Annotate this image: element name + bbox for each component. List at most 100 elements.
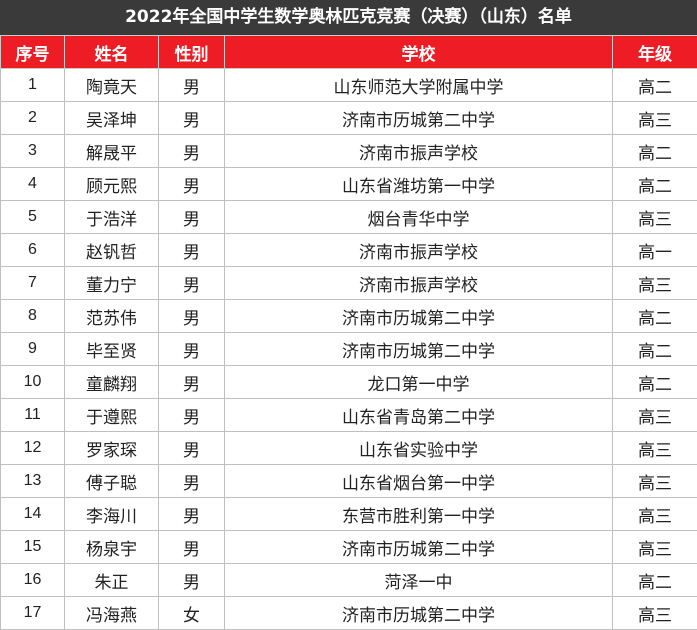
header-no[interactable]: 序号 [1, 36, 65, 69]
table-row: 10童麟翔男龙口第一中学高二 [1, 366, 697, 399]
cell-name[interactable]: 李海川 [65, 498, 159, 531]
cell-name[interactable]: 毕至贤 [65, 333, 159, 366]
cell-name[interactable]: 顾元熙 [65, 168, 159, 201]
cell-no[interactable]: 12 [1, 432, 65, 465]
cell-name[interactable]: 傅子聪 [65, 465, 159, 498]
table-row: 9毕至贤男济南市历城第二中学高二 [1, 333, 697, 366]
cell-no[interactable]: 6 [1, 234, 65, 267]
header-name[interactable]: 姓名 [65, 36, 159, 69]
cell-gender[interactable]: 男 [159, 432, 225, 465]
cell-school[interactable]: 山东省烟台第一中学 [225, 465, 613, 498]
cell-name[interactable]: 罗家琛 [65, 432, 159, 465]
cell-school[interactable]: 龙口第一中学 [225, 366, 613, 399]
cell-grade[interactable]: 高二 [613, 333, 697, 366]
cell-gender[interactable]: 男 [159, 333, 225, 366]
cell-no[interactable]: 10 [1, 366, 65, 399]
cell-no[interactable]: 3 [1, 135, 65, 168]
header-school[interactable]: 学校 [225, 36, 613, 69]
header-gender[interactable]: 性别 [159, 36, 225, 69]
cell-grade[interactable]: 高三 [613, 201, 697, 234]
cell-no[interactable]: 1 [1, 69, 65, 102]
table-row: 12罗家琛男山东省实验中学高三 [1, 432, 697, 465]
cell-school[interactable]: 山东省潍坊第一中学 [225, 168, 613, 201]
cell-grade[interactable]: 高一 [613, 234, 697, 267]
table-row: 11于遵熙男山东省青岛第二中学高三 [1, 399, 697, 432]
cell-school[interactable]: 济南市振声学校 [225, 135, 613, 168]
cell-name[interactable]: 董力宁 [65, 267, 159, 300]
cell-grade[interactable]: 高三 [613, 432, 697, 465]
cell-gender[interactable]: 男 [159, 399, 225, 432]
cell-grade[interactable]: 高二 [613, 366, 697, 399]
cell-gender[interactable]: 男 [159, 234, 225, 267]
cell-grade[interactable]: 高三 [613, 399, 697, 432]
cell-gender[interactable]: 男 [159, 201, 225, 234]
cell-school[interactable]: 菏泽一中 [225, 564, 613, 597]
cell-grade[interactable]: 高三 [613, 465, 697, 498]
cell-gender[interactable]: 男 [159, 168, 225, 201]
cell-gender[interactable]: 男 [159, 465, 225, 498]
cell-school[interactable]: 济南市历城第二中学 [225, 597, 613, 630]
cell-school[interactable]: 山东师范大学附属中学 [225, 69, 613, 102]
cell-gender[interactable]: 男 [159, 498, 225, 531]
cell-name[interactable]: 范苏伟 [65, 300, 159, 333]
cell-school[interactable]: 济南市历城第二中学 [225, 102, 613, 135]
cell-grade[interactable]: 高二 [613, 168, 697, 201]
cell-no[interactable]: 5 [1, 201, 65, 234]
cell-name[interactable]: 赵钒哲 [65, 234, 159, 267]
cell-name[interactable]: 冯海燕 [65, 597, 159, 630]
cell-school[interactable]: 济南市振声学校 [225, 234, 613, 267]
cell-gender[interactable]: 男 [159, 69, 225, 102]
cell-school[interactable]: 济南市振声学校 [225, 267, 613, 300]
cell-grade[interactable]: 高二 [613, 135, 697, 168]
cell-grade[interactable]: 高三 [613, 267, 697, 300]
cell-gender[interactable]: 男 [159, 102, 225, 135]
cell-name[interactable]: 童麟翔 [65, 366, 159, 399]
table-row: 6赵钒哲男济南市振声学校高一 [1, 234, 697, 267]
cell-grade[interactable]: 高二 [613, 300, 697, 333]
cell-grade[interactable]: 高二 [613, 69, 697, 102]
cell-name[interactable]: 于浩洋 [65, 201, 159, 234]
cell-no[interactable]: 17 [1, 597, 65, 630]
cell-gender[interactable]: 男 [159, 531, 225, 564]
cell-name[interactable]: 解晟平 [65, 135, 159, 168]
cell-grade[interactable]: 高二 [613, 564, 697, 597]
cell-school[interactable]: 山东省青岛第二中学 [225, 399, 613, 432]
cell-gender[interactable]: 男 [159, 267, 225, 300]
cell-grade[interactable]: 高三 [613, 597, 697, 630]
cell-grade[interactable]: 高三 [613, 102, 697, 135]
cell-no[interactable]: 14 [1, 498, 65, 531]
cell-no[interactable]: 15 [1, 531, 65, 564]
cell-name[interactable]: 陶竟天 [65, 69, 159, 102]
header-grade[interactable]: 年级 [613, 36, 697, 69]
cell-gender[interactable]: 男 [159, 135, 225, 168]
cell-gender[interactable]: 男 [159, 564, 225, 597]
cell-school[interactable]: 济南市历城第二中学 [225, 333, 613, 366]
cell-gender[interactable]: 男 [159, 300, 225, 333]
cell-gender[interactable]: 女 [159, 597, 225, 630]
cell-name[interactable]: 于遵熙 [65, 399, 159, 432]
cell-no[interactable]: 4 [1, 168, 65, 201]
cell-no[interactable]: 9 [1, 333, 65, 366]
cell-school[interactable]: 山东省实验中学 [225, 432, 613, 465]
table-row: 17冯海燕女济南市历城第二中学高三 [1, 597, 697, 630]
cell-no[interactable]: 7 [1, 267, 65, 300]
cell-grade[interactable]: 高三 [613, 498, 697, 531]
cell-no[interactable]: 2 [1, 102, 65, 135]
cell-school[interactable]: 烟台青华中学 [225, 201, 613, 234]
cell-no[interactable]: 8 [1, 300, 65, 333]
cell-no[interactable]: 13 [1, 465, 65, 498]
table-row: 1陶竟天男山东师范大学附属中学高二 [1, 69, 697, 102]
cell-school[interactable]: 济南市历城第二中学 [225, 300, 613, 333]
cell-name[interactable]: 杨泉宇 [65, 531, 159, 564]
cell-no[interactable]: 11 [1, 399, 65, 432]
cell-name[interactable]: 朱正 [65, 564, 159, 597]
cell-name[interactable]: 吴泽坤 [65, 102, 159, 135]
cell-grade[interactable]: 高三 [613, 531, 697, 564]
cell-gender[interactable]: 男 [159, 366, 225, 399]
table-header: 序号 姓名 性别 学校 年级 [1, 36, 697, 69]
cell-school[interactable]: 济南市历城第二中学 [225, 531, 613, 564]
cell-school[interactable]: 东营市胜利第一中学 [225, 498, 613, 531]
table-row: 8范苏伟男济南市历城第二中学高二 [1, 300, 697, 333]
table-body: 1陶竟天男山东师范大学附属中学高二2吴泽坤男济南市历城第二中学高三3解晟平男济南… [1, 69, 697, 630]
cell-no[interactable]: 16 [1, 564, 65, 597]
